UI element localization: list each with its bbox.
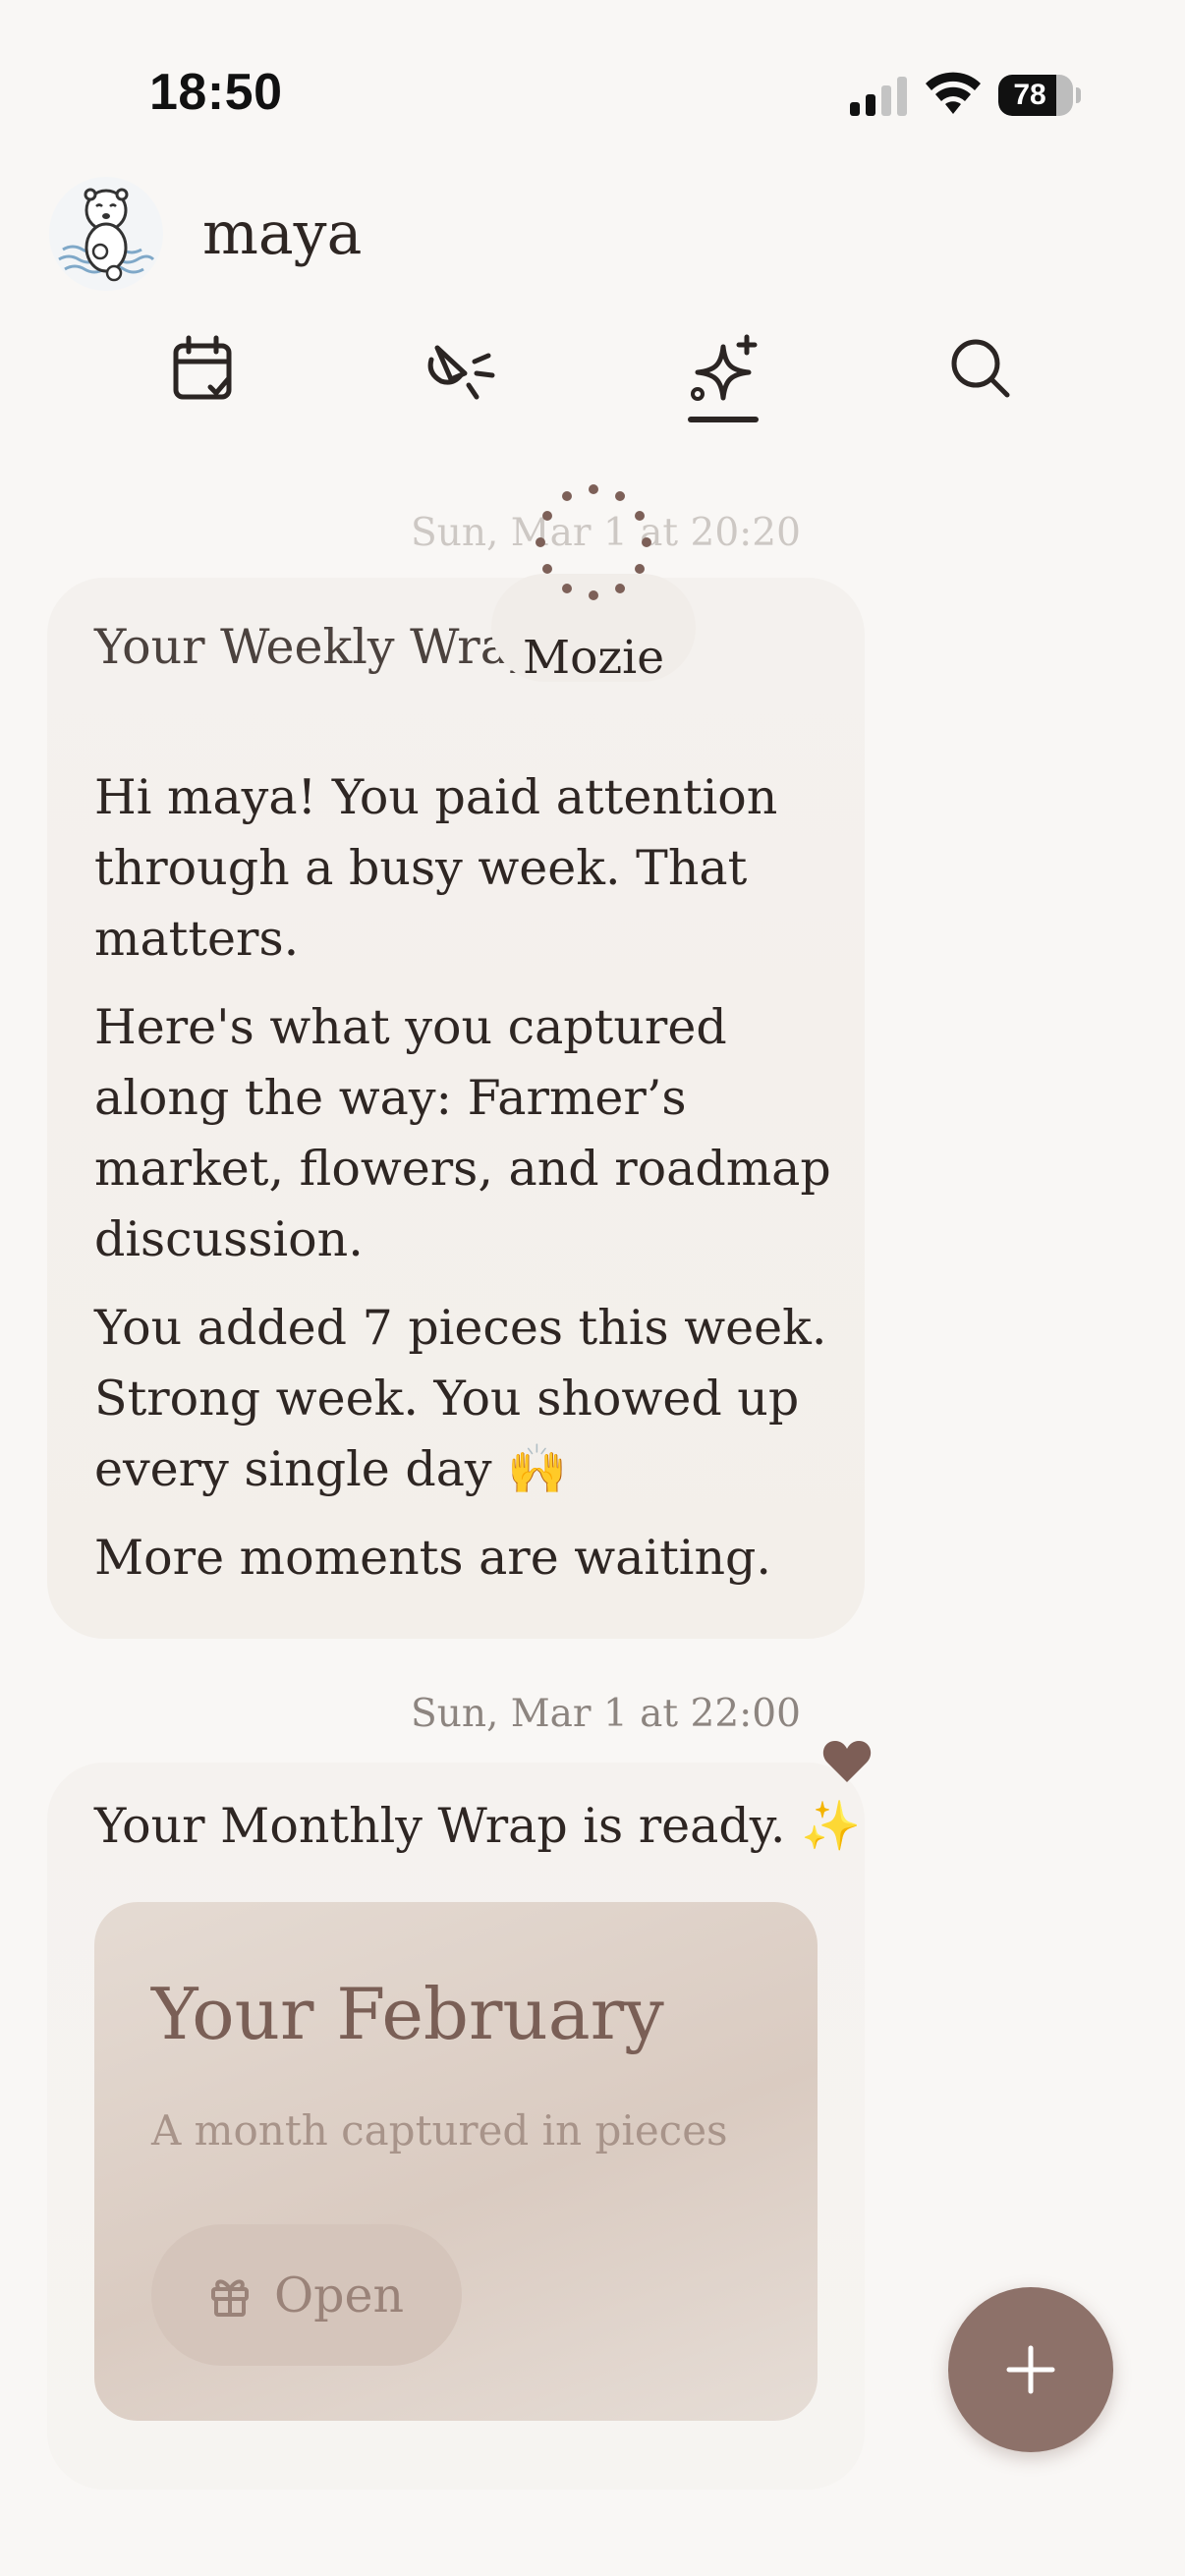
wrap-card-subtitle: A month captured in pieces [151,2106,728,2155]
tab-wraps[interactable] [664,314,782,422]
tab-highlights[interactable] [403,314,521,422]
add-button[interactable] [948,2287,1113,2452]
open-button[interactable]: Open [151,2224,462,2366]
gift-icon [210,2279,249,2317]
mozie-label: Mozie [522,630,665,685]
active-tab-indicator [688,417,759,422]
status-time: 18:50 [149,64,283,121]
sparkle-cursor-icon [427,345,495,400]
battery-indicator: 78 [998,75,1081,116]
search-icon [951,339,1010,398]
monthly-wrap-message[interactable]: Your Monthly Wrap is ready. ✨ Your Febru… [47,1763,865,2490]
cellular-signal-icon [850,77,907,116]
tab-search[interactable] [922,314,1040,422]
weekly-paragraph: Here's what you captured along the way: … [94,999,831,1267]
weekly-paragraph: You added 7 pieces this week. Strong wee… [94,1300,827,1497]
loading-spinner-icon [536,484,651,600]
calendar-check-icon [173,335,232,400]
heart-reaction-icon[interactable] [821,1737,873,1784]
wifi-icon [926,72,981,114]
status-bar: 18:50 78 [0,0,1185,187]
tab-calendar[interactable] [144,314,262,422]
weekly-paragraph: More moments are waiting. [94,1530,771,1586]
profile-header[interactable]: maya [49,177,362,291]
user-name: maya [202,199,363,268]
wrap-card-title: Your February [151,1973,664,2055]
message-timestamp: Sun, Mar 1 at 22:00 [411,1692,801,1736]
weekly-wrap-body: Hi maya! You paid attention through a bu… [94,762,841,1611]
plus-icon [1006,2345,1055,2394]
sparkles-icon [691,334,758,401]
weekly-wrap-title: Your Weekly Wrap [94,619,540,675]
open-button-label: Open [273,2267,405,2324]
weekly-paragraph: Hi maya! You paid attention through a bu… [94,769,778,967]
monthly-wrap-card[interactable]: Your February A month captured in pieces… [94,1902,818,2421]
otter-avatar-icon[interactable] [49,177,163,291]
monthly-wrap-text: Your Monthly Wrap is ready. ✨ [94,1798,862,1854]
weekly-wrap-message[interactable]: Your Weekly Wrap Hi maya! You paid atten… [47,578,865,1639]
tab-bar [0,314,1185,442]
battery-percentage: 78 [1013,79,1046,111]
